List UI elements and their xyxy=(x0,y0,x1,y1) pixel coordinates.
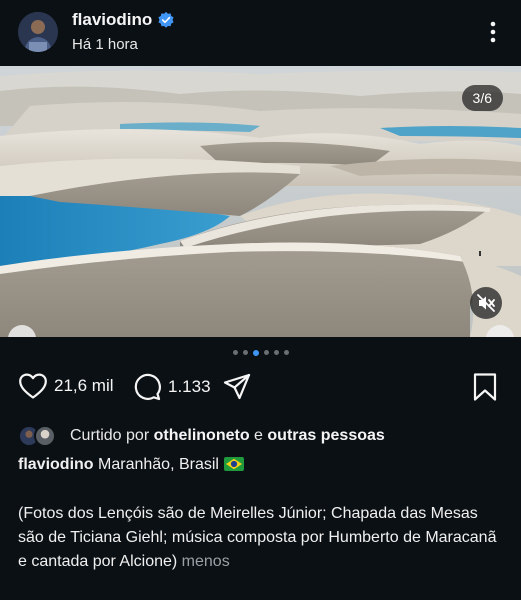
carousel-indicator xyxy=(0,349,521,360)
caption-location: Maranhão, Brasil xyxy=(98,456,219,473)
carousel-dot xyxy=(242,350,248,355)
caption-username[interactable]: flaviodino xyxy=(18,456,94,473)
image-counter: 3/6 xyxy=(461,85,503,111)
like-button[interactable]: 21,6 mil xyxy=(18,372,114,400)
bookmark-icon xyxy=(473,373,497,401)
liked-by-prefix: Curtido por xyxy=(70,427,150,444)
caption-text-block: (Fotos dos Lençóis são de Meirelles Júni… xyxy=(18,502,506,574)
liked-by-user[interactable]: othelinoneto xyxy=(154,427,250,445)
caption-text: (Fotos dos Lençóis são de Meirelles Júni… xyxy=(18,505,497,570)
share-button[interactable] xyxy=(222,372,252,402)
avatar xyxy=(34,425,56,447)
carousel-dot xyxy=(283,350,289,355)
username-row: flaviodino xyxy=(72,10,175,30)
liked-by: Curtido por othelinoneto e outras pessoa… xyxy=(18,424,385,448)
less-link[interactable]: menos xyxy=(182,553,230,570)
post-header: flaviodino Há 1 hora xyxy=(0,0,521,66)
like-count[interactable]: 21,6 mil xyxy=(54,376,114,396)
post-image[interactable]: 3/6 xyxy=(0,66,521,337)
post-timestamp: Há 1 hora xyxy=(72,36,138,53)
carousel-dot xyxy=(273,350,279,355)
heart-icon xyxy=(19,373,47,399)
avatar[interactable] xyxy=(18,12,58,52)
comment-count[interactable]: 1.133 xyxy=(168,377,211,397)
more-vertical-icon[interactable] xyxy=(486,20,500,44)
carousel-dot-active xyxy=(252,349,259,356)
carousel-dot xyxy=(232,350,238,355)
liked-by-others[interactable]: outras pessoas xyxy=(267,427,384,445)
save-button[interactable] xyxy=(472,372,498,402)
verified-badge-icon xyxy=(158,11,174,28)
comment-button[interactable]: 1.133 xyxy=(132,372,211,402)
liked-by-avatars[interactable] xyxy=(18,424,64,448)
dunes-photo xyxy=(0,66,521,337)
username[interactable]: flaviodino xyxy=(72,10,152,30)
paper-plane-icon xyxy=(223,373,251,400)
liked-by-connector: e xyxy=(254,427,263,444)
carousel-dot xyxy=(263,350,269,355)
caption-header: flaviodino Maranhão, Brasil xyxy=(18,456,244,474)
brazil-flag-icon xyxy=(223,457,244,471)
action-bar: 21,6 mil 1.133 xyxy=(0,372,521,408)
muted-speaker-icon[interactable] xyxy=(470,287,502,319)
comment-bubble-icon xyxy=(134,373,161,401)
